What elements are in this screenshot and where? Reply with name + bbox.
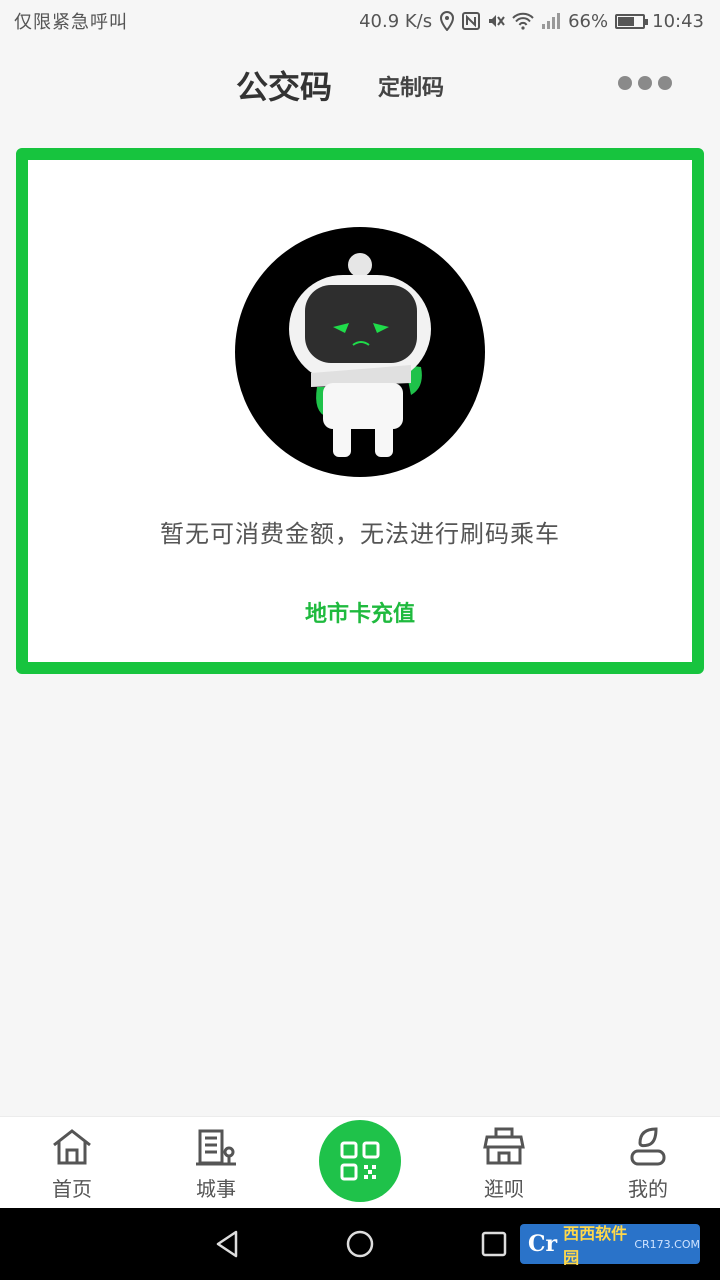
profile-icon — [630, 1127, 666, 1166]
nav-item-qr-code[interactable] — [319, 1120, 401, 1202]
clock: 10:43 — [652, 10, 704, 32]
wifi-icon — [512, 12, 534, 30]
shop-icon — [483, 1127, 525, 1165]
nav-item-shop[interactable]: 逛呗 — [454, 1125, 554, 1205]
building-icon — [196, 1129, 236, 1166]
nav-label-home: 首页 — [52, 1177, 92, 1201]
status-bar: 仅限紧急呼叫 40.9 K/s 66% 10:43 — [0, 0, 720, 42]
bus-code-card: 暂无可消费金额，无法进行刷码乘车 地市卡充值 — [16, 148, 704, 674]
tab-custom-code[interactable]: 定制码 — [378, 70, 444, 102]
bottom-nav: 首页 城事 逛呗 我的 — [0, 1116, 720, 1208]
nav-label-shop: 逛呗 — [484, 1177, 524, 1201]
nav-item-home[interactable]: 首页 — [22, 1125, 122, 1205]
home-icon — [53, 1129, 91, 1165]
location-icon — [439, 11, 455, 31]
signal-icon — [541, 12, 561, 30]
nav-item-city[interactable]: 城事 — [166, 1125, 266, 1205]
back-triangle-icon[interactable] — [210, 1226, 246, 1262]
battery-icon — [615, 13, 649, 29]
watermark-domain: CR173.COM — [634, 1237, 700, 1251]
watermark-logo-mark: Cr — [528, 1231, 558, 1257]
empty-balance-message: 暂无可消费金额，无法进行刷码乘车 — [160, 520, 560, 548]
tab-bus-code[interactable]: 公交码 — [236, 62, 332, 108]
watermark-logo: Cr 西西软件园 CR173.COM — [520, 1224, 700, 1267]
recharge-button[interactable]: 地市卡充值 — [28, 596, 692, 628]
home-circle-icon[interactable] — [342, 1226, 378, 1262]
mute-icon — [487, 12, 505, 30]
system-nav-bar: Cr 西西软件园 CR173.COM — [0, 1208, 720, 1280]
nav-label-city: 城事 — [196, 1177, 236, 1201]
recent-square-icon[interactable] — [476, 1226, 512, 1262]
nfc-icon — [462, 12, 481, 30]
qr-code-icon — [340, 1141, 380, 1181]
top-tabs: 公交码 定制码 — [0, 50, 720, 114]
battery-percent: 66% — [568, 10, 609, 32]
robot-astronaut-icon — [235, 227, 485, 477]
carrier-status-text: 仅限紧急呼叫 — [14, 12, 128, 33]
more-dots-icon[interactable] — [618, 74, 674, 92]
nav-label-profile: 我的 — [628, 1177, 668, 1201]
nav-item-profile[interactable]: 我的 — [598, 1125, 698, 1205]
watermark-brand: 西西软件园 — [563, 1224, 628, 1267]
network-speed: 40.9 K/s — [359, 10, 433, 32]
status-icons: 40.9 K/s 66% 10:43 — [359, 11, 704, 32]
